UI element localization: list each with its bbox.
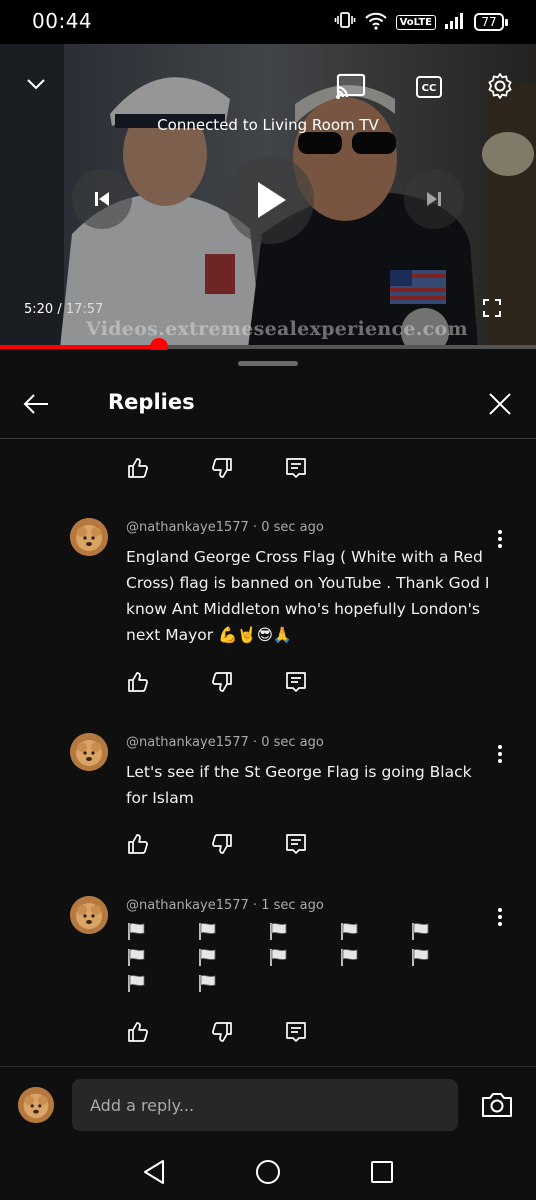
collapse-chevron-icon[interactable]	[22, 70, 50, 98]
dislike-icon[interactable]	[208, 454, 236, 482]
status-icons: VoLTE 77	[334, 10, 508, 34]
comment-meta: @nathankaye1577 · 0 sec ago	[126, 520, 324, 535]
video-progress-bar[interactable]	[0, 338, 536, 356]
like-icon[interactable]	[124, 830, 152, 858]
back-arrow-icon[interactable]	[20, 388, 52, 420]
signal-icon	[444, 11, 466, 33]
comment-meta: @nathankaye1577 · 1 sec ago	[126, 898, 324, 913]
comment-meta: @nathankaye1577 · 0 sec ago	[126, 735, 324, 750]
comment-author[interactable]: @nathankaye1577	[126, 898, 249, 913]
more-options-icon[interactable]	[490, 904, 510, 930]
avatar[interactable]	[70, 518, 108, 556]
comment-time: 1 sec ago	[261, 898, 324, 913]
black-flag-emoji	[197, 948, 217, 966]
recents-square-icon[interactable]	[368, 1158, 396, 1186]
sheet-header: Replies	[0, 370, 536, 439]
back-triangle-icon[interactable]	[140, 1158, 168, 1186]
list-item: @nathankaye1577 · 0 sec ago Let's see if…	[70, 733, 510, 813]
reply-icon[interactable]	[282, 454, 310, 482]
like-icon[interactable]	[124, 1018, 152, 1046]
black-flag-emoji	[126, 948, 146, 966]
sheet-title: Replies	[108, 390, 195, 414]
current-time: 5:20	[24, 302, 54, 317]
close-icon[interactable]	[484, 388, 516, 420]
video-watermark: Videos.extremesealexperience.com	[86, 318, 468, 340]
black-flag-emoji	[339, 948, 359, 966]
system-nav-bar	[0, 1144, 536, 1200]
avatar[interactable]	[70, 733, 108, 771]
video-player[interactable]: CC Connected to Living Room TV 5:20 / 17…	[0, 44, 536, 348]
progress-fill	[0, 345, 159, 349]
settings-gear-icon[interactable]	[484, 70, 516, 102]
black-flag-emoji	[268, 922, 288, 940]
black-flag-emoji	[197, 922, 217, 940]
avatar	[18, 1087, 54, 1123]
battery-icon: 77	[474, 13, 508, 31]
time-label: 5:20 / 17:57	[24, 302, 104, 317]
next-icon[interactable]	[404, 169, 464, 229]
comment-author[interactable]: @nathankaye1577	[126, 735, 249, 750]
captions-label: CC	[422, 83, 437, 94]
drag-handle[interactable]	[238, 361, 298, 366]
status-time: 00:44	[32, 9, 93, 33]
status-bar: 00:44 VoLTE 77	[0, 0, 536, 44]
more-options-icon[interactable]	[490, 741, 510, 767]
avatar[interactable]	[70, 896, 108, 934]
battery-level: 77	[474, 13, 504, 31]
dislike-icon[interactable]	[208, 668, 236, 696]
cast-icon[interactable]	[334, 70, 368, 104]
reply-icon[interactable]	[282, 830, 310, 858]
more-options-icon[interactable]	[490, 526, 510, 552]
comment-time: 0 sec ago	[261, 735, 324, 750]
play-icon[interactable]	[226, 156, 314, 244]
black-flag-emoji	[410, 948, 430, 966]
like-icon[interactable]	[124, 454, 152, 482]
black-flag-emoji	[268, 948, 288, 966]
comment-text: England George Cross Flag ( White with a…	[126, 548, 490, 644]
black-flag-emoji	[410, 922, 430, 940]
dislike-icon[interactable]	[208, 830, 236, 858]
cast-status: Connected to Living Room TV	[157, 116, 379, 134]
fullscreen-icon[interactable]	[480, 296, 504, 320]
reply-icon[interactable]	[282, 1018, 310, 1046]
captions-icon[interactable]: CC	[414, 72, 444, 102]
reply-icon[interactable]	[282, 668, 310, 696]
black-flag-emoji	[126, 922, 146, 940]
home-circle-icon[interactable]	[254, 1158, 282, 1186]
volte-badge: VoLTE	[395, 14, 436, 30]
black-flag-emoji	[339, 922, 359, 940]
camera-icon[interactable]	[480, 1091, 514, 1123]
previous-icon[interactable]	[72, 169, 132, 229]
vibrate-icon	[334, 10, 356, 34]
dislike-icon[interactable]	[208, 1018, 236, 1046]
reply-bar	[0, 1066, 536, 1145]
comment-author[interactable]: @nathankaye1577	[126, 520, 249, 535]
reply-input[interactable]	[72, 1079, 458, 1131]
black-flag-emoji	[197, 974, 217, 992]
list-item: @nathankaye1577 · 1 sec ago	[70, 896, 510, 1006]
comment-time: 0 sec ago	[261, 520, 324, 535]
black-flag-emoji	[126, 974, 146, 992]
like-icon[interactable]	[124, 668, 152, 696]
comment-text: Let's see if the St George Flag is going…	[126, 763, 472, 807]
duration: 17:57	[65, 302, 104, 317]
wifi-icon	[364, 10, 388, 34]
list-item: @nathankaye1577 · 0 sec ago England Geor…	[70, 518, 510, 658]
